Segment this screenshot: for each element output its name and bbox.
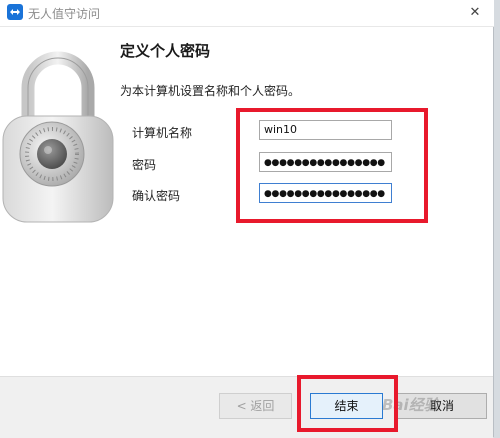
back-button[interactable]: < 返回 (219, 393, 292, 419)
close-button[interactable]: ✕ (456, 0, 494, 26)
computer-name-label: 计算机名称 (132, 126, 193, 140)
page-description: 为本计算机设置名称和个人密码。 (120, 84, 301, 98)
form-highlight-box (236, 108, 428, 223)
window-title: 无人值守访问 (28, 7, 101, 21)
finish-highlight-box (297, 375, 398, 432)
confirm-password-label: 确认密码 (132, 189, 181, 203)
password-label: 密码 (132, 158, 157, 172)
page-title: 定义个人密码 (120, 42, 211, 60)
teamviewer-icon (7, 4, 23, 20)
title-bar: 无人值守访问 ✕ (0, 0, 494, 27)
padlock-icon (2, 51, 114, 223)
